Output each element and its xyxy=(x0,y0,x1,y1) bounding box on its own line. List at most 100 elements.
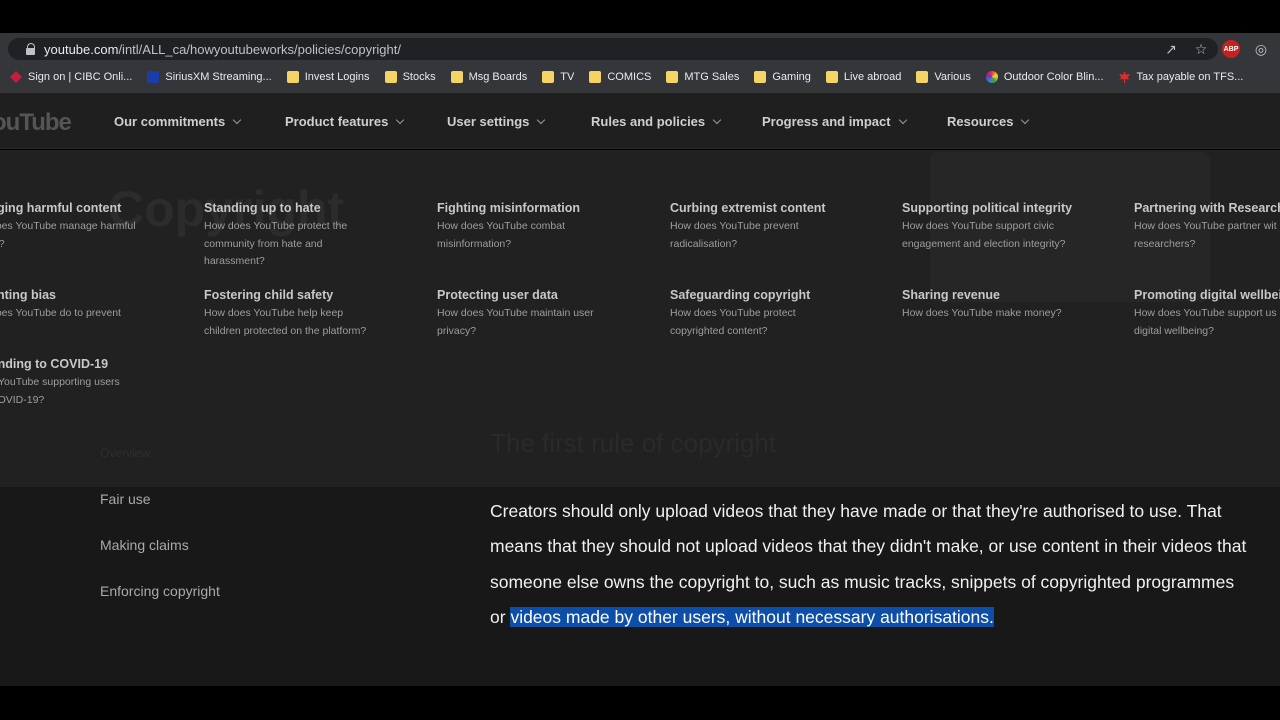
bookmark-item[interactable]: TV xyxy=(542,71,574,83)
nav-label: Product features xyxy=(285,114,389,129)
url-path: /intl/ALL_ca/howyoutubeworks/policies/co… xyxy=(118,41,401,57)
youtube-logo[interactable]: ouTube xyxy=(0,109,72,137)
selected-text: videos made by other users, without nece… xyxy=(510,606,994,627)
background-sidebar-link: Overview xyxy=(100,446,151,460)
nav-label: User settings xyxy=(447,114,530,129)
bookmark-item[interactable]: MTG Sales xyxy=(666,71,739,83)
menu-item-title: Safeguarding copyright xyxy=(670,288,811,302)
menu-item-desc: How does YouTube support civic engagemen… xyxy=(902,220,1066,250)
adblock-extension-icon[interactable]: ABP xyxy=(1222,40,1240,58)
menu-item-title: Sharing revenue xyxy=(902,288,1000,302)
menu-item-partnering-with-researchers[interactable]: Partnering with Researche How does YouTu… xyxy=(1134,201,1280,253)
nav-label: Resources xyxy=(947,114,1014,129)
bookmark-label: Live abroad xyxy=(843,71,902,83)
menu-item-sharing-revenue[interactable]: Sharing revenue How does YouTube make mo… xyxy=(902,288,1112,323)
mega-menu: Copyright The first rule of copyright Ov… xyxy=(0,150,1280,487)
menu-item-desc: How does YouTube prevent radicalisation? xyxy=(670,220,799,250)
menu-item-child-safety[interactable]: Fostering child safety How does YouTube … xyxy=(204,288,414,340)
menu-item-fighting-misinformation[interactable]: Fighting misinformation How does YouTube… xyxy=(437,201,647,253)
chevron-down-icon xyxy=(712,115,722,125)
bookmark-label: Stocks xyxy=(402,71,436,83)
menu-item-standing-up-to-hate[interactable]: Standing up to hate How does YouTube pro… xyxy=(204,201,414,271)
menu-item-title: Supporting political integrity xyxy=(902,201,1073,215)
background-heading: The first rule of copyright xyxy=(490,428,777,458)
bookmark-label: Invest Logins xyxy=(304,71,370,83)
menu-item-political-integrity[interactable]: Supporting political integrity How does … xyxy=(902,201,1112,253)
menu-item-title: aging harmful content xyxy=(0,201,122,215)
folder-icon xyxy=(450,71,463,83)
site-nav: ouTube Our commitments Product features … xyxy=(0,93,1280,149)
bookmark-item[interactable]: Various xyxy=(916,71,971,83)
bookmark-star-icon[interactable]: ☆ xyxy=(1192,40,1210,58)
folder-icon xyxy=(589,71,602,83)
cibc-icon xyxy=(10,71,22,83)
bookmark-label: Sign on | CIBC Onli... xyxy=(28,71,133,83)
bookmark-item[interactable]: Live abroad xyxy=(825,71,902,83)
menu-item-title: Promoting digital wellbein xyxy=(1134,288,1280,302)
bookmark-label: SiriusXM Streaming... xyxy=(165,71,272,83)
menu-item-desc: How does YouTube protect copyrighted con… xyxy=(670,307,796,337)
menu-item-preventing-bias[interactable]: enting bias does YouTube do to prevent xyxy=(0,288,200,323)
sidebar-link-fair-use[interactable]: Fair use xyxy=(100,491,151,507)
bookmark-label: Gaming xyxy=(772,71,811,83)
bookmark-item[interactable]: SiriusXM Streaming... xyxy=(147,71,272,83)
bookmark-item[interactable]: Gaming xyxy=(754,71,811,83)
nav-progress-and-impact[interactable]: Progress and impact xyxy=(762,114,907,129)
menu-item-title: onding to COVID-19 xyxy=(0,357,109,371)
bookmark-label: COMICS xyxy=(607,71,652,83)
bookmark-label: TV xyxy=(560,71,575,83)
nav-resources[interactable]: Resources xyxy=(947,114,1030,129)
menu-item-desc: does YouTube manage harmful nt? xyxy=(0,220,136,250)
bookmark-item[interactable]: Stocks xyxy=(384,71,436,83)
menu-item-desc: How does YouTube combat misinformation? xyxy=(437,220,566,250)
toolbar-icons: ↗ ☆ ABP ◎ xyxy=(1162,40,1270,58)
nav-our-commitments[interactable]: Our commitments xyxy=(114,114,242,129)
sidebar-link-enforcing-copyright[interactable]: Enforcing copyright xyxy=(100,583,220,599)
menu-item-desc: How does YouTube support us digital well… xyxy=(1134,307,1277,337)
bookmark-item[interactable]: COMICS xyxy=(589,71,651,83)
share-icon[interactable]: ↗ xyxy=(1162,40,1180,58)
menu-item-user-data[interactable]: Protecting user data How does YouTube ma… xyxy=(437,288,647,340)
bookmark-label: Outdoor Color Blin... xyxy=(1003,71,1104,83)
menu-item-title: Fostering child safety xyxy=(204,288,334,302)
bookmark-label: Tax payable on TFS... xyxy=(1136,71,1244,83)
incognito-icon[interactable]: ◎ xyxy=(1252,40,1270,58)
letterbox-top xyxy=(0,0,1280,33)
bookmark-item[interactable]: Sign on | CIBC Onli... xyxy=(10,71,132,83)
menu-item-curbing-extremist-content[interactable]: Curbing extremist content How does YouTu… xyxy=(670,201,880,253)
bookmark-label: MTG Sales xyxy=(684,71,740,83)
bookmark-item[interactable]: Tax payable on TFS... xyxy=(1119,71,1244,83)
folder-icon xyxy=(754,71,767,83)
bookmark-item[interactable]: Msg Boards xyxy=(450,71,527,83)
menu-item-digital-wellbeing[interactable]: Promoting digital wellbein How does YouT… xyxy=(1134,288,1280,340)
color-wheel-icon xyxy=(985,71,998,83)
lock-icon[interactable] xyxy=(26,43,36,55)
bookmark-item[interactable]: Outdoor Color Blin... xyxy=(985,71,1104,83)
chevron-down-icon xyxy=(396,115,405,125)
folder-icon xyxy=(916,71,929,83)
url-text[interactable]: youtube.com/intl/ALL_ca/howyoutubeworks/… xyxy=(44,42,401,57)
address-bar[interactable]: youtube.com/intl/ALL_ca/howyoutubeworks/… xyxy=(8,38,1218,60)
menu-item-desc: How does YouTube protect the community f… xyxy=(204,220,348,267)
menu-item-covid-19[interactable]: onding to COVID-19 s YouTube supporting … xyxy=(0,357,200,409)
chevron-down-icon xyxy=(537,115,546,125)
menu-item-desc: How does YouTube partner wit researchers… xyxy=(1134,220,1277,250)
nav-user-settings[interactable]: User settings xyxy=(447,114,546,129)
letterbox-bottom xyxy=(0,686,1280,720)
folder-icon xyxy=(542,71,555,83)
menu-item-title: Curbing extremist content xyxy=(670,201,826,215)
menu-item-desc: does YouTube do to prevent xyxy=(0,307,121,319)
menu-item-title: Standing up to hate xyxy=(204,201,321,215)
nav-label: Rules and policies xyxy=(591,114,706,129)
sidebar-link-making-claims[interactable]: Making claims xyxy=(100,537,189,553)
menu-item-title: Fighting misinformation xyxy=(437,201,581,215)
menu-item-title: Protecting user data xyxy=(437,288,558,302)
bookmark-item[interactable]: Invest Logins xyxy=(286,71,370,83)
nav-rules-and-policies[interactable]: Rules and policies xyxy=(591,114,722,129)
nav-product-features[interactable]: Product features xyxy=(285,114,405,129)
menu-item-desc: How does YouTube maintain user privacy? xyxy=(437,307,594,337)
menu-item-safeguarding-copyright[interactable]: Safeguarding copyright How does YouTube … xyxy=(670,288,880,340)
chevron-down-icon xyxy=(233,115,242,125)
menu-item-desc: How does YouTube help keep children prot… xyxy=(204,307,367,337)
menu-item-harmful-content[interactable]: aging harmful content does YouTube manag… xyxy=(0,201,200,253)
